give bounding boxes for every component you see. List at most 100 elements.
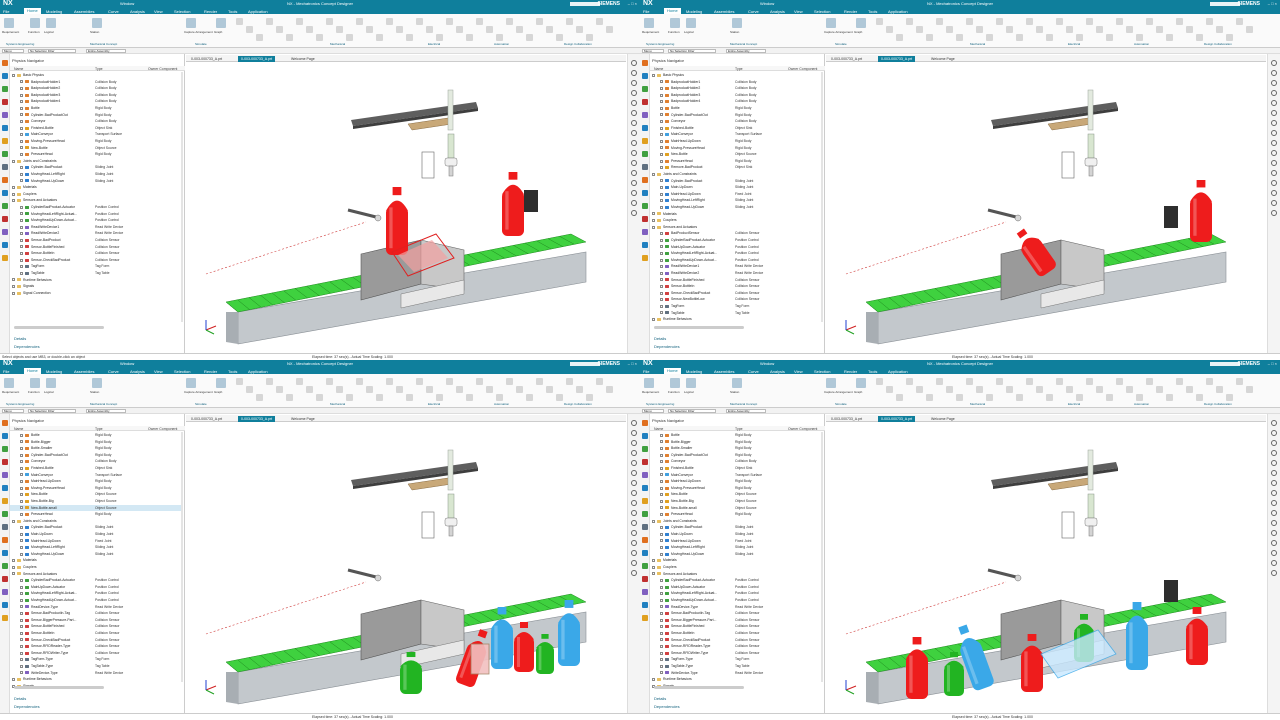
ribbon-small-tool-icon[interactable]: [336, 386, 343, 393]
ribbon-small-tool-icon[interactable]: [306, 386, 313, 393]
view-tool-icon[interactable]: [631, 430, 637, 436]
ribbon-small-tool-icon[interactable]: [1186, 386, 1193, 393]
visibility-checkbox[interactable]: [652, 519, 655, 523]
ribbon-small-tool-icon[interactable]: [1026, 378, 1033, 385]
visibility-checkbox[interactable]: [660, 126, 663, 130]
visibility-checkbox[interactable]: [20, 258, 23, 262]
bottle-red[interactable]: [1190, 180, 1212, 242]
pusher-cylinder[interactable]: [347, 568, 382, 582]
ribbon-small-tool-icon[interactable]: [536, 378, 543, 385]
tree-item[interactable]: ReadWriteDevice2 Read Write Device: [10, 230, 182, 237]
ribbon-small-tool-icon[interactable]: [1106, 34, 1113, 41]
tree-item[interactable]: New-Bottle Object Source: [650, 151, 822, 158]
ribbon-small-tool-icon[interactable]: [1106, 394, 1113, 401]
visibility-checkbox[interactable]: [20, 119, 23, 123]
visibility-checkbox[interactable]: [660, 598, 663, 602]
tree-item[interactable]: Sensor-CheckBadProduct Collision Sensor: [10, 637, 182, 644]
resource-bar-icon[interactable]: [2, 112, 8, 118]
ribbon-group-label[interactable]: Systems Engineering: [646, 402, 674, 406]
selection-filter-dropdown[interactable]: No Selection Filter: [28, 49, 76, 53]
view-tool-icon[interactable]: [1271, 550, 1277, 556]
window-controls[interactable]: – □ ×: [1268, 361, 1277, 366]
tree-folder[interactable]: Materials: [10, 557, 182, 564]
ribbon-small-tool-icon[interactable]: [1146, 18, 1153, 25]
ribbon-small-tool-icon[interactable]: [496, 394, 503, 401]
tree-item[interactable]: Sensor-NewBottleLow Collision Sensor: [650, 296, 822, 303]
bottle-red[interactable]: [386, 187, 408, 255]
ribbon-logical-button[interactable]: [46, 18, 56, 28]
menu-button[interactable]: Menu: [642, 409, 664, 413]
view-tool-icon[interactable]: [1271, 500, 1277, 506]
ribbon-small-tool-icon[interactable]: [1236, 18, 1243, 25]
tree-item[interactable]: Sensor-CheckBadProduct Collision Sensor: [650, 637, 822, 644]
visibility-checkbox[interactable]: [660, 179, 663, 183]
tree-item[interactable]: Main-UpDown Sliding Joint: [650, 184, 822, 191]
tree-item[interactable]: CylinderBadProduct-Actuator Position Cont…: [10, 577, 182, 584]
visibility-checkbox[interactable]: [660, 466, 663, 470]
view-tool-icon[interactable]: [1271, 90, 1277, 96]
ribbon-small-tool-icon[interactable]: [436, 34, 443, 41]
tree-item[interactable]: TagForm-Type Tag Form: [10, 656, 182, 663]
ribbon-small-tool-icon[interactable]: [1056, 18, 1063, 25]
tree-item[interactable]: MovingHead-LeftRight Sliding Joint: [10, 544, 182, 551]
ribbon-small-tool-icon[interactable]: [486, 386, 493, 393]
visibility-checkbox[interactable]: [20, 499, 23, 503]
tree-item[interactable]: Bottle-Bigger Rigid Body: [650, 439, 822, 446]
view-tool-icon[interactable]: [631, 170, 637, 176]
ribbon-small-tool-icon[interactable]: [1096, 386, 1103, 393]
graphics-viewport[interactable]: [186, 422, 626, 712]
tree-item[interactable]: Moving-PressureHead Rigid Body: [10, 138, 182, 145]
graphics-viewport[interactable]: [826, 422, 1266, 712]
tree-item[interactable]: Bottle-Smaller Rigid Body: [10, 445, 182, 452]
resource-bar-icon[interactable]: [2, 550, 8, 556]
tree-item[interactable]: BadproductHolder1 Collision Body: [10, 79, 182, 86]
visibility-checkbox[interactable]: [20, 126, 23, 130]
visibility-checkbox[interactable]: [20, 238, 23, 242]
resource-bar-icon[interactable]: [2, 177, 8, 183]
tree-item[interactable]: New-Bottle-small Object Source: [10, 504, 182, 512]
visibility-checkbox[interactable]: [652, 559, 655, 563]
selection-filter-dropdown[interactable]: No Selection Filter: [668, 409, 716, 413]
command-search-input[interactable]: [1210, 362, 1240, 366]
visibility-checkbox[interactable]: [20, 139, 23, 143]
tree-item[interactable]: Bottle-Bigger Rigid Body: [10, 439, 182, 446]
resource-bar-icon[interactable]: [642, 60, 648, 66]
tree-item[interactable]: Moving-PressureHead Rigid Body: [650, 145, 822, 152]
tree-item[interactable]: Sensor-BottleFinished Collision Sensor: [650, 277, 822, 284]
ribbon-group-label[interactable]: Systems Engineering: [646, 42, 674, 46]
tree-item[interactable]: Sensor-RFIDReader-Type Collision Sensor: [650, 643, 822, 650]
ribbon-station-button[interactable]: [732, 18, 742, 28]
ribbon-small-tool-icon[interactable]: [326, 378, 333, 385]
tree-folder[interactable]: Joints and Constraints: [650, 518, 822, 525]
visibility-checkbox[interactable]: [660, 119, 663, 123]
ribbon-small-tool-icon[interactable]: [1126, 26, 1133, 33]
tree-item[interactable]: Conveyor Collision Body: [10, 118, 182, 125]
ribbon-small-tool-icon[interactable]: [1216, 386, 1223, 393]
tree-item[interactable]: New-Bottle Object Source: [650, 491, 822, 498]
ribbon-small-tool-icon[interactable]: [446, 378, 453, 385]
ribbon-small-tool-icon[interactable]: [1006, 26, 1013, 33]
tree-item[interactable]: BadproductHolder2 Collision Body: [650, 85, 822, 92]
resource-bar-icon[interactable]: [642, 485, 648, 491]
visibility-checkbox[interactable]: [660, 93, 663, 97]
resource-bar-icon[interactable]: [2, 73, 8, 79]
resource-bar-icon[interactable]: [2, 255, 8, 261]
menu-button[interactable]: Menu: [2, 49, 24, 53]
ribbon-requirement-button[interactable]: [644, 18, 654, 28]
ribbon-logical-button[interactable]: [686, 378, 696, 388]
view-tool-icon[interactable]: [1271, 560, 1277, 566]
ribbon-small-tool-icon[interactable]: [1136, 394, 1143, 401]
ribbon-group-label[interactable]: Automation: [494, 402, 509, 406]
ribbon-small-tool-icon[interactable]: [1146, 378, 1153, 385]
ribbon-group-label[interactable]: Electrical: [428, 402, 440, 406]
resource-bar-icon[interactable]: [642, 537, 648, 543]
selection-scope-dropdown[interactable]: Entire Assembly: [86, 409, 126, 413]
tree-folder[interactable]: Materials: [10, 184, 182, 191]
tree-item[interactable]: MainHead-UpDown Fixed Joint: [650, 191, 822, 198]
visibility-checkbox[interactable]: [660, 291, 663, 295]
resource-bar-icon[interactable]: [642, 524, 648, 530]
ribbon-function-button[interactable]: [670, 378, 680, 388]
ribbon-small-tool-icon[interactable]: [956, 34, 963, 41]
visibility-checkbox[interactable]: [660, 473, 663, 477]
ribbon-small-tool-icon[interactable]: [546, 386, 553, 393]
